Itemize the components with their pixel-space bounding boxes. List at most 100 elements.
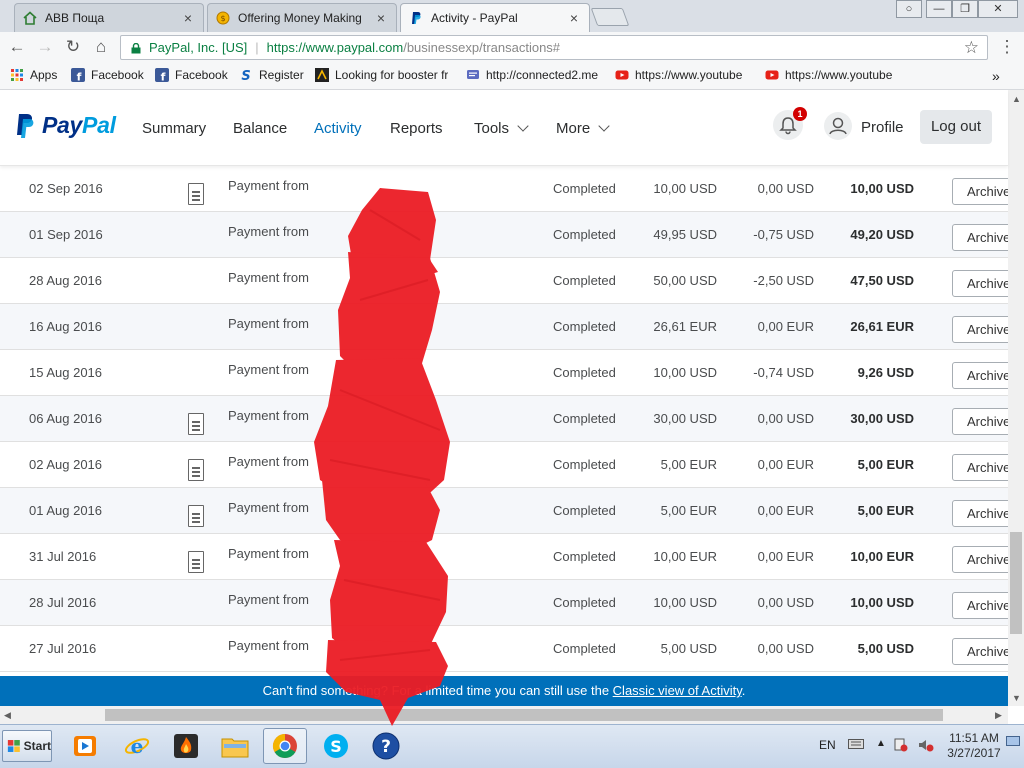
media-player-taskbar-button[interactable] (63, 728, 107, 764)
close-icon[interactable]: × (374, 10, 388, 26)
archive-button[interactable]: Archive (952, 362, 1008, 389)
system-clock[interactable]: 11:51 AM 3/27/2017 (944, 731, 1004, 761)
transaction-description[interactable]: Payment from (228, 408, 309, 423)
bookmark-connected2[interactable]: http://connected2.me (466, 68, 602, 82)
classic-view-link[interactable]: Classic view of Activity (613, 683, 742, 698)
nav-activity[interactable]: Activity (314, 120, 362, 137)
horizontal-scroll-thumb[interactable] (105, 709, 943, 721)
table-row[interactable]: 01 Aug 2016 Payment from Completed 5,00 EUR… (0, 488, 1008, 534)
vertical-scroll-thumb[interactable] (1010, 532, 1022, 634)
archive-button[interactable]: Archive (952, 178, 1008, 205)
table-row[interactable]: 31 Jul 2016 Payment from Completed 10,00 EU… (0, 534, 1008, 580)
transaction-description[interactable]: Payment from (228, 638, 309, 653)
transaction-description[interactable]: Payment from (228, 270, 309, 285)
nav-tools[interactable]: Tools (474, 120, 529, 137)
reload-icon[interactable]: ↻ (62, 36, 84, 58)
tab-activity-paypal[interactable]: Activity - PayPal × (400, 3, 590, 32)
tab-mail[interactable]: АВВ Поща × (14, 3, 204, 32)
window-close-icon[interactable]: ✕ (978, 0, 1018, 18)
transaction-description[interactable]: Payment from (228, 178, 309, 193)
table-row[interactable]: 28 Jul 2016 Payment from Completed 10,00 US… (0, 580, 1008, 626)
bookmark-facebook[interactable]: f Facebook (155, 68, 228, 82)
scroll-up-icon[interactable]: ▲ (1012, 94, 1021, 104)
table-row[interactable]: 01 Sep 2016 Payment from Completed 49,95 US… (0, 212, 1008, 258)
transaction-description[interactable]: Payment from (228, 500, 309, 515)
transaction-gross: 10,00 USD (653, 365, 717, 380)
scroll-down-icon[interactable]: ▼ (1012, 693, 1021, 703)
document-icon[interactable] (188, 183, 204, 205)
transaction-description[interactable]: Payment from (228, 362, 309, 377)
transaction-description[interactable]: Payment from (228, 546, 309, 561)
tray-error-icon[interactable] (894, 738, 908, 755)
bookmark-facebook[interactable]: f Facebook (71, 68, 144, 82)
table-row[interactable]: 16 Aug 2016 Payment from Completed 26,61 EU… (0, 304, 1008, 350)
table-row[interactable]: 27 Jul 2016 Payment from Completed 5,00 USD… (0, 626, 1008, 672)
nav-more[interactable]: More (556, 120, 610, 137)
paypal-logo[interactable]: PayPal (14, 112, 116, 139)
archive-button[interactable]: Archive (952, 638, 1008, 665)
new-tab-button[interactable] (590, 8, 630, 26)
bookmark-youtube[interactable]: https://www.youtube (765, 68, 901, 82)
nav-summary[interactable]: Summary (142, 120, 206, 137)
skype-taskbar-button[interactable]: S (314, 728, 358, 764)
nav-balance[interactable]: Balance (233, 120, 287, 137)
bookmark-youtube[interactable]: https://www.youtube (615, 68, 751, 82)
user-icon[interactable]: ○ (896, 0, 922, 18)
archive-button[interactable]: Archive (952, 316, 1008, 343)
archive-button[interactable]: Archive (952, 454, 1008, 481)
transaction-description[interactable]: Payment from (228, 316, 309, 331)
archive-button[interactable]: Archive (952, 546, 1008, 573)
home-button-icon[interactable]: ⌂ (90, 36, 112, 58)
transaction-date: 01 Sep 2016 (29, 227, 103, 242)
internet-explorer-taskbar-button[interactable]: e (115, 728, 159, 764)
bookmarks-overflow-button[interactable]: » (992, 68, 1000, 84)
speaker-muted-icon[interactable] (918, 738, 934, 755)
minimize-icon[interactable]: — (926, 0, 952, 18)
logout-button[interactable]: Log out (920, 110, 992, 144)
start-button[interactable]: Start (2, 730, 52, 762)
document-icon[interactable] (188, 413, 204, 435)
transaction-date: 31 Jul 2016 (29, 549, 97, 564)
chrome-taskbar-button[interactable] (263, 728, 307, 764)
archive-button[interactable]: Archive (952, 270, 1008, 297)
bookmark-register[interactable]: S Register (239, 68, 303, 82)
transaction-description[interactable]: Payment from (228, 592, 309, 607)
file-explorer-taskbar-button[interactable] (213, 728, 257, 764)
transaction-description[interactable]: Payment from (228, 454, 309, 469)
table-row[interactable]: 15 Aug 2016 Payment from Completed 10,00 US… (0, 350, 1008, 396)
close-icon[interactable]: × (181, 10, 195, 26)
archive-button[interactable]: Archive (952, 224, 1008, 251)
keyboard-icon[interactable] (848, 738, 864, 753)
help-taskbar-button[interactable]: ? (364, 728, 408, 764)
table-row[interactable]: 06 Aug 2016 Payment from Completed 30,00 US… (0, 396, 1008, 442)
language-indicator[interactable]: EN (819, 738, 836, 752)
scroll-right-icon[interactable]: ▶ (995, 710, 1002, 721)
browser-menu-icon[interactable]: ⋮ (997, 34, 1017, 60)
close-icon[interactable]: × (567, 10, 581, 26)
bookmark-star-icon[interactable]: ☆ (964, 38, 979, 58)
archive-button[interactable]: Archive (952, 592, 1008, 619)
archive-button[interactable]: Archive (952, 408, 1008, 435)
document-icon[interactable] (188, 459, 204, 481)
tray-expand-icon[interactable]: ▲ (876, 738, 886, 749)
document-icon[interactable] (188, 551, 204, 573)
address-bar[interactable]: PayPal, Inc. [US] | https://www.paypal.c… (120, 35, 988, 60)
archive-button[interactable]: Archive (952, 500, 1008, 527)
table-row[interactable]: 02 Sep 2016 Payment from Completed 10,00 US… (0, 166, 1008, 212)
restore-icon[interactable]: ❐ (952, 0, 978, 18)
table-row[interactable]: 28 Aug 2016 Payment from Completed 50,00 US… (0, 258, 1008, 304)
nav-reports[interactable]: Reports (390, 120, 443, 137)
bookmark-apps[interactable]: Apps (10, 68, 57, 82)
profile-link[interactable]: Profile (861, 119, 904, 136)
back-icon[interactable]: ← (6, 36, 28, 58)
show-desktop-icon[interactable] (1006, 736, 1020, 751)
burner-app-taskbar-button[interactable] (164, 728, 208, 764)
document-icon[interactable] (188, 505, 204, 527)
bookmark-booster[interactable]: Looking for booster fr (315, 68, 453, 82)
transaction-description[interactable]: Payment from (228, 224, 309, 239)
table-row[interactable]: 02 Aug 2016 Payment from Completed 5,00 EUR… (0, 442, 1008, 488)
avatar[interactable] (824, 112, 852, 140)
tab-offering[interactable]: $ Offering Money Making × (207, 3, 397, 32)
forward-icon[interactable]: → (34, 36, 56, 58)
scroll-left-icon[interactable]: ◀ (4, 710, 11, 721)
